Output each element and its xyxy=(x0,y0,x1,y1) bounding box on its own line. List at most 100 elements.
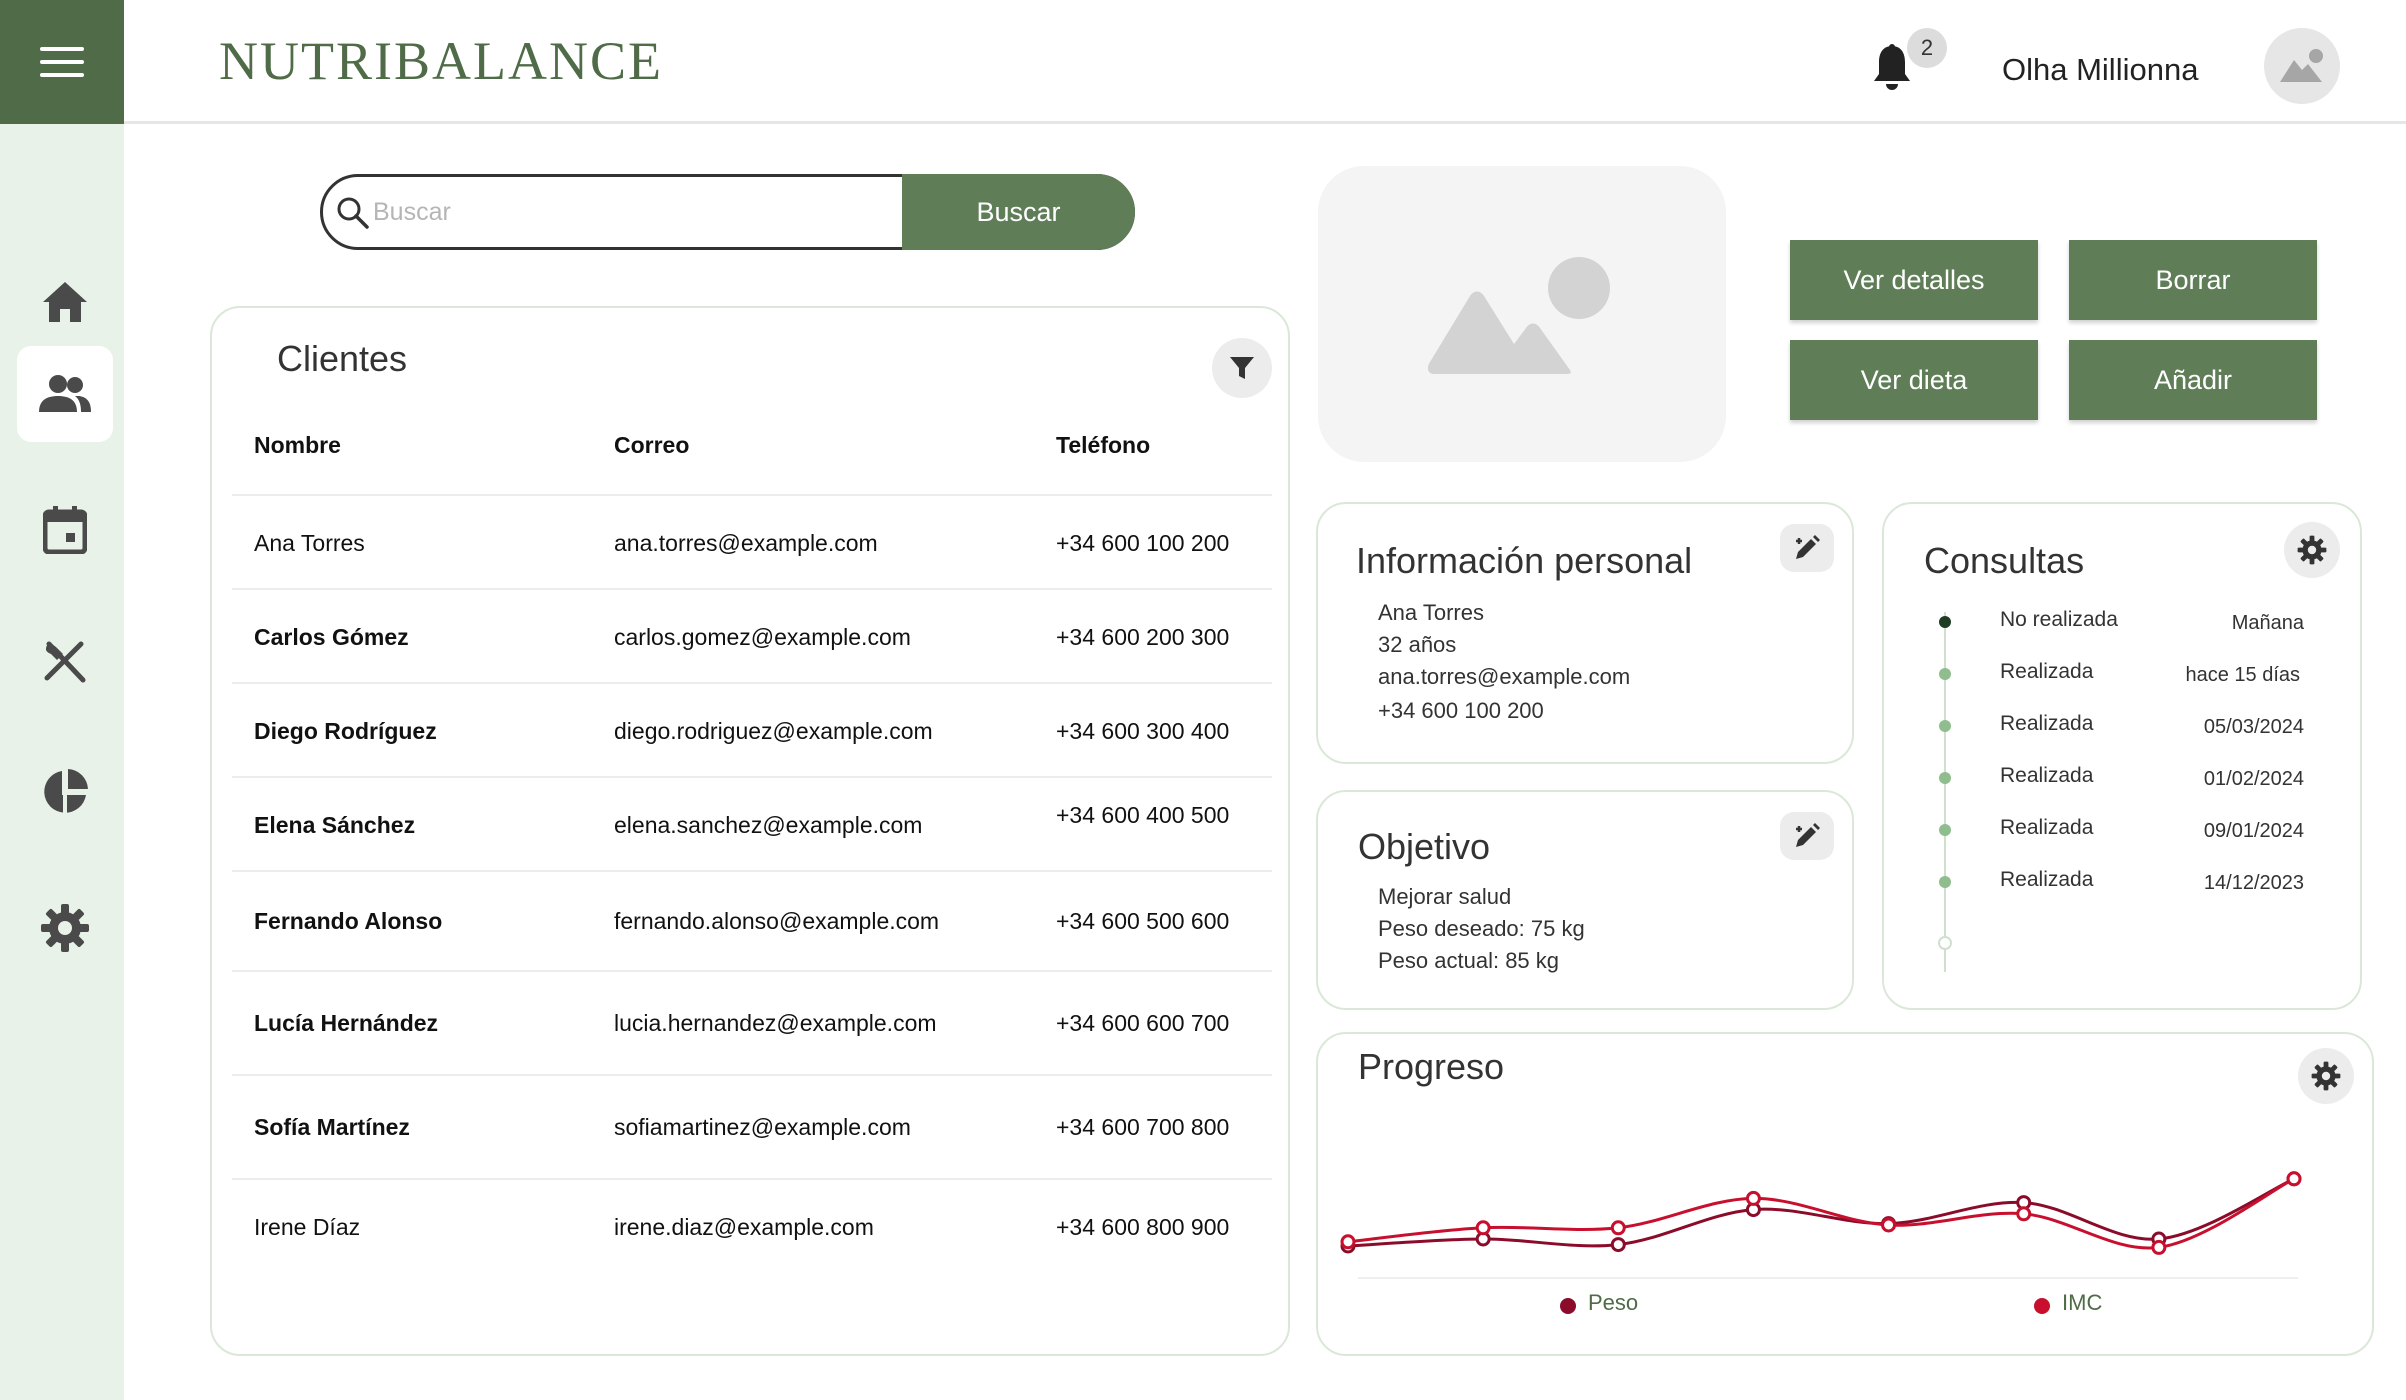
notification-badge: 2 xyxy=(1907,28,1947,68)
legend-label-imc: IMC xyxy=(2062,1290,2103,1315)
client-email: fernando.alonso@example.com xyxy=(614,908,940,934)
client-email: elena.sanchez@example.com xyxy=(614,812,923,838)
client-email: carlos.gomez@example.com xyxy=(614,624,911,650)
row-divider xyxy=(232,776,1272,778)
row-divider xyxy=(232,494,1272,496)
consultation-date: Mañana xyxy=(2231,612,2304,634)
timeline-dot xyxy=(1939,720,1951,732)
client-name: Ana Torres xyxy=(254,530,365,556)
column-header-email[interactable]: Correo xyxy=(614,432,689,459)
sidebar-item-diet[interactable] xyxy=(17,614,113,710)
consultation-status: Realizada xyxy=(2000,816,2094,839)
client-phone: +34 600 100 200 xyxy=(1056,530,1230,556)
timeline-dot xyxy=(1939,876,1951,888)
progress-chart xyxy=(1340,1171,2302,1279)
edit-icon xyxy=(1796,535,1820,559)
client-email: diego.rodriguez@example.com xyxy=(614,718,933,744)
users-icon xyxy=(39,375,91,412)
info-phone: +34 600 100 200 xyxy=(1378,698,1544,723)
client-name: Sofía Martínez xyxy=(254,1114,410,1140)
consultation-date: hace 15 días xyxy=(2185,664,2300,686)
client-email: lucia.hernandez@example.com xyxy=(614,1010,937,1036)
client-name: Carlos Gómez xyxy=(254,624,409,650)
progress-card: Progreso Peso IMC xyxy=(1316,1032,2374,1356)
pie-chart-icon xyxy=(44,769,88,814)
goal-title: Objetivo xyxy=(1358,826,1491,867)
gear-icon xyxy=(2297,535,2327,565)
row-divider xyxy=(232,870,1272,872)
consultations-card: Consultas No realizada Mañana Realizada xyxy=(1882,502,2362,1010)
menu-button[interactable] xyxy=(0,0,124,124)
search-button[interactable]: Buscar xyxy=(902,174,1135,250)
legend-swatch-peso xyxy=(1560,1298,1576,1314)
client-name: Elena Sánchez xyxy=(254,812,416,838)
timeline-line xyxy=(1944,612,1946,972)
filter-button[interactable] xyxy=(1212,338,1272,398)
data-point-imc[interactable] xyxy=(2016,1206,2032,1222)
data-point-imc[interactable] xyxy=(2151,1239,2167,1255)
hamburger-icon xyxy=(40,47,84,77)
consultation-date: 01/02/2024 xyxy=(2203,768,2304,790)
timeline-dot-pending xyxy=(1939,616,1951,628)
sidebar xyxy=(0,124,124,1400)
client-name: Lucía Hernández xyxy=(254,1010,439,1036)
sidebar-item-home[interactable] xyxy=(17,254,113,350)
sidebar-item-clients[interactable] xyxy=(17,346,113,442)
data-point-peso[interactable] xyxy=(1610,1237,1626,1253)
sidebar-item-settings[interactable] xyxy=(17,880,113,976)
client-email: sofiamartinez@example.com xyxy=(614,1114,911,1140)
view-diet-button[interactable]: Ver dieta xyxy=(1790,340,2038,420)
consultation-status: No realizada xyxy=(2000,608,2118,631)
top-bar: NUTRIBALANCE 2 Olha Millionna xyxy=(0,0,2406,124)
brand-logo: NUTRIBALANCE xyxy=(219,31,663,91)
timeline-dot xyxy=(1939,668,1951,680)
data-point-imc[interactable] xyxy=(1475,1220,1491,1236)
search-icon xyxy=(337,197,369,229)
consultation-status: Realizada xyxy=(2000,764,2094,787)
client-photo xyxy=(1318,166,1726,462)
sidebar-item-stats[interactable] xyxy=(17,744,113,840)
row-divider xyxy=(232,1074,1272,1076)
data-point-imc[interactable] xyxy=(1610,1220,1626,1236)
client-email: ana.torres@example.com xyxy=(614,530,878,556)
goal-desired-weight: Peso deseado: 75 kg xyxy=(1378,916,1585,941)
sidebar-item-calendar[interactable] xyxy=(17,482,113,578)
column-header-name[interactable]: Nombre xyxy=(254,432,341,459)
row-divider xyxy=(232,682,1272,684)
goal-current-weight: Peso actual: 85 kg xyxy=(1378,948,1560,973)
client-phone: +34 600 500 600 xyxy=(1056,908,1230,934)
gear-icon xyxy=(41,904,89,952)
consultations-settings-button[interactable] xyxy=(2284,522,2340,578)
data-point-imc[interactable] xyxy=(1745,1190,1761,1206)
timeline-dot xyxy=(1939,772,1951,784)
delete-button[interactable]: Borrar xyxy=(2069,240,2317,320)
edit-info-button[interactable] xyxy=(1780,524,1834,572)
goal-card: Objetivo Mejorar salud Peso deseado: 75 … xyxy=(1316,790,1854,1010)
goal-objective: Mejorar salud xyxy=(1378,884,1512,909)
add-button[interactable]: Añadir xyxy=(2069,340,2317,420)
user-image-icon xyxy=(2280,49,2323,82)
consultation-date: 09/01/2024 xyxy=(2203,820,2304,842)
edit-icon xyxy=(1796,823,1820,847)
progress-settings-button[interactable] xyxy=(2298,1048,2354,1104)
clients-title: Clientes xyxy=(277,338,408,379)
view-details-button[interactable]: Ver detalles xyxy=(1790,240,2038,320)
client-name: Fernando Alonso xyxy=(254,908,443,934)
data-point-imc[interactable] xyxy=(1340,1234,1356,1250)
calendar-icon xyxy=(43,506,87,554)
column-header-phone[interactable]: Teléfono xyxy=(1056,432,1150,459)
clients-card: Clientes Nombre Correo Teléfono Ana Torr… xyxy=(210,306,1290,1356)
utensils-icon xyxy=(44,641,86,683)
row-divider xyxy=(232,1178,1272,1180)
info-name: Ana Torres xyxy=(1378,600,1484,625)
bell-icon xyxy=(1874,44,1910,90)
search-input[interactable] xyxy=(373,177,943,247)
consultation-date: 05/03/2024 xyxy=(2203,716,2304,738)
client-phone: +34 600 400 500 xyxy=(1056,802,1230,828)
timeline-end-dot xyxy=(1938,936,1952,950)
data-point-imc[interactable] xyxy=(1881,1217,1897,1233)
client-phone: +34 600 200 300 xyxy=(1056,624,1230,650)
avatar[interactable] xyxy=(2264,28,2340,104)
data-point-imc[interactable] xyxy=(2286,1171,2302,1187)
edit-goal-button[interactable] xyxy=(1780,812,1834,860)
